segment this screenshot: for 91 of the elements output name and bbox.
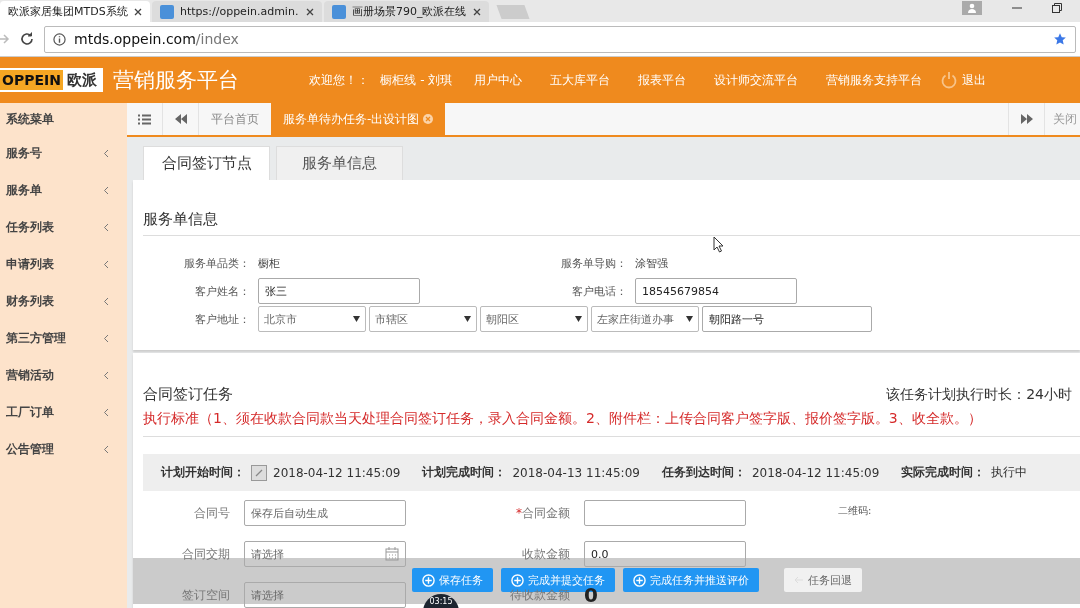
- sidebar-item[interactable]: 公告管理: [0, 431, 127, 468]
- input-field[interactable]: 朝阳路一号: [702, 306, 872, 332]
- chevron-left-icon: [103, 445, 109, 454]
- duration-text: 该任务计划执行时长：24小时: [886, 386, 1073, 404]
- field-label: 服务单品类：: [183, 255, 250, 271]
- plus-circle-icon: [633, 573, 646, 587]
- field-label: 客户姓名：: [194, 283, 250, 299]
- app-title: 营销服务平台: [112, 67, 239, 94]
- caret-icon: [575, 316, 582, 322]
- page-icon: [332, 4, 346, 19]
- recorder-time: 03:15: [429, 597, 453, 606]
- plus-circle-icon: [422, 573, 435, 587]
- chevron-left-icon: [103, 408, 109, 417]
- select-field[interactable]: 北京市: [258, 306, 366, 332]
- edit-icon[interactable]: [251, 464, 267, 481]
- sidebar-item[interactable]: 服务单: [0, 172, 127, 209]
- sidebar-item[interactable]: 第三方管理: [0, 320, 127, 357]
- tab-title: https://oppein.admin.: [180, 5, 299, 18]
- input-field[interactable]: 0.0: [584, 541, 746, 567]
- chevron-left-icon: [103, 149, 109, 158]
- sidebar-item[interactable]: 任务列表: [0, 209, 127, 246]
- calendar-icon: [385, 547, 399, 561]
- sidebar-item[interactable]: 服务号: [0, 135, 127, 172]
- field-label: 收款金额: [522, 545, 570, 563]
- input-field[interactable]: 保存后自动生成: [244, 500, 406, 526]
- field-value: 涂智强: [635, 255, 669, 272]
- chevron-left-icon: [103, 260, 109, 269]
- input-field[interactable]: 请选择: [244, 582, 406, 608]
- time-value: 执行中: [991, 464, 1028, 481]
- date-field[interactable]: 请选择: [244, 541, 406, 567]
- select-field[interactable]: 朝阳区: [480, 306, 588, 332]
- time-label: 任务到达时间：: [661, 464, 746, 481]
- tab-title: 画册场景790_欧派在线: [352, 4, 467, 19]
- tab-title: 欧派家居集团MTDS系统: [8, 4, 128, 19]
- address-bar[interactable]: mtds.oppein.com/index: [44, 25, 1076, 53]
- plus-circle-icon: [511, 573, 524, 587]
- info-icon: [53, 32, 66, 46]
- field-label: 客户电话：: [571, 283, 627, 299]
- qr-code-label: 二维码:: [838, 504, 873, 518]
- sidebar-item[interactable]: 申请列表: [0, 246, 127, 283]
- select-field[interactable]: 市辖区: [369, 306, 477, 332]
- field-label: 服务单导购：: [560, 255, 627, 271]
- caret-icon: [353, 316, 360, 322]
- star-icon[interactable]: [1053, 32, 1067, 46]
- page-icon: [160, 4, 174, 19]
- mouse-cursor-icon: [713, 236, 725, 253]
- chevron-left-icon: [103, 186, 109, 195]
- select-field[interactable]: 左家庄街道办事: [591, 306, 699, 332]
- time-label: 计划完成时间：: [422, 464, 507, 481]
- chevron-left-icon: [103, 223, 109, 232]
- field-label: 签订空间: [182, 586, 230, 604]
- chevron-left-icon: [103, 371, 109, 380]
- chevron-left-icon: [103, 334, 109, 343]
- field-label: 合同号: [194, 504, 230, 522]
- input-field[interactable]: 张三: [258, 278, 420, 304]
- standard-text: 执行标准（1、须在收款合同款当天处理合同签订任务，录入合同金额。2、附件栏：上传合同客户签字版、报价签字版。3、收全款。）: [143, 404, 1080, 437]
- section-tab[interactable]: 合同签订节点: [143, 146, 270, 180]
- field-label: *合同金额: [516, 504, 570, 522]
- reload-icon[interactable]: [20, 32, 34, 46]
- section-tab[interactable]: 服务单信息: [276, 146, 403, 180]
- input-field[interactable]: 18545679854: [635, 278, 797, 304]
- field-label: 客户地址：: [194, 311, 250, 327]
- url-text: mtds.oppein.com/index: [74, 31, 239, 47]
- browser-tab[interactable]: 欧派家居集团MTDS系统: [0, 1, 150, 22]
- action-button[interactable]: 任务回退: [784, 568, 862, 592]
- sidebar-item[interactable]: 工厂订单: [0, 394, 127, 431]
- time-value: 2018-04-12 11:45:09: [751, 465, 880, 480]
- restore-icon[interactable]: [1052, 3, 1062, 13]
- field-value: 橱柜: [258, 255, 281, 272]
- section-title: 合同签订任务: [143, 385, 233, 404]
- close-icon[interactable]: [306, 7, 314, 16]
- time-label: 实际完成时间：: [901, 464, 986, 481]
- logo: OPPEIN 欧派: [0, 68, 103, 92]
- power-icon: [940, 71, 959, 89]
- time-value: 2018-04-12 11:45:09: [273, 465, 401, 480]
- sidebar-heading: 系统菜单: [5, 110, 55, 128]
- time-value: 2018-04-13 11:45:09: [512, 465, 640, 480]
- section-title: 服务单信息: [143, 210, 218, 229]
- chevron-left-icon: [103, 297, 109, 306]
- caret-icon: [686, 316, 693, 322]
- close-icon[interactable]: [134, 7, 142, 16]
- sidebar-item[interactable]: 财务列表: [0, 283, 127, 320]
- browser-tab[interactable]: 画册场景790_欧派在线: [324, 1, 489, 22]
- caret-icon: [464, 316, 471, 322]
- sidebar-item[interactable]: 营销活动: [0, 357, 127, 394]
- time-label: 计划开始时间：: [161, 464, 245, 481]
- browser-tab[interactable]: https://oppein.admin.: [152, 1, 322, 22]
- input-field[interactable]: [584, 500, 746, 526]
- greeting-text: 欢迎您！： 橱柜线 - 刘琪: [308, 71, 453, 89]
- field-label: 合同交期: [182, 545, 230, 563]
- close-icon[interactable]: [473, 7, 481, 16]
